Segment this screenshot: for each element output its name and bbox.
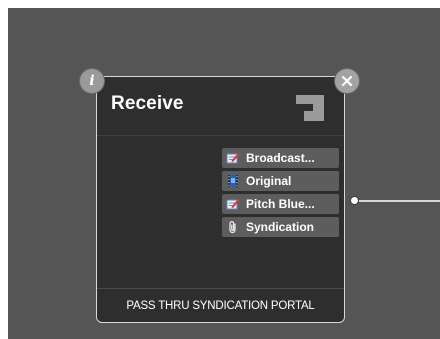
close-button[interactable] [335, 69, 359, 93]
output-connector-port[interactable] [350, 196, 359, 205]
output-label: Syndication [246, 220, 315, 234]
output-item-syndication[interactable]: Syndication [222, 217, 339, 237]
node-header[interactable]: Receive [97, 77, 344, 136]
receive-hook-icon [296, 95, 324, 121]
receive-node[interactable]: Receive Broadcast... Original Pitch Blue… [96, 76, 345, 323]
film-icon [228, 175, 238, 187]
output-item-original[interactable]: Original [222, 171, 339, 191]
info-button[interactable]: i [80, 69, 104, 93]
output-label: Pitch Blue... [246, 197, 315, 211]
paperclip-icon [229, 221, 236, 234]
output-label: Original [246, 174, 292, 188]
footer-divider [97, 288, 344, 289]
output-item-pitch-blue[interactable]: Pitch Blue... [222, 194, 339, 214]
connector-line[interactable] [359, 200, 440, 202]
edit-document-icon [226, 153, 240, 164]
node-title: Receive [111, 93, 184, 114]
output-item-broadcast[interactable]: Broadcast... [222, 148, 339, 168]
output-label: Broadcast... [246, 151, 315, 165]
node-description: PASS THRU SYNDICATION PORTAL [126, 300, 315, 312]
output-list: Broadcast... Original Pitch Blue... Synd… [222, 148, 339, 240]
edit-document-icon [226, 199, 240, 210]
close-icon [341, 75, 353, 87]
workflow-canvas[interactable]: Receive Broadcast... Original Pitch Blue… [8, 8, 440, 339]
